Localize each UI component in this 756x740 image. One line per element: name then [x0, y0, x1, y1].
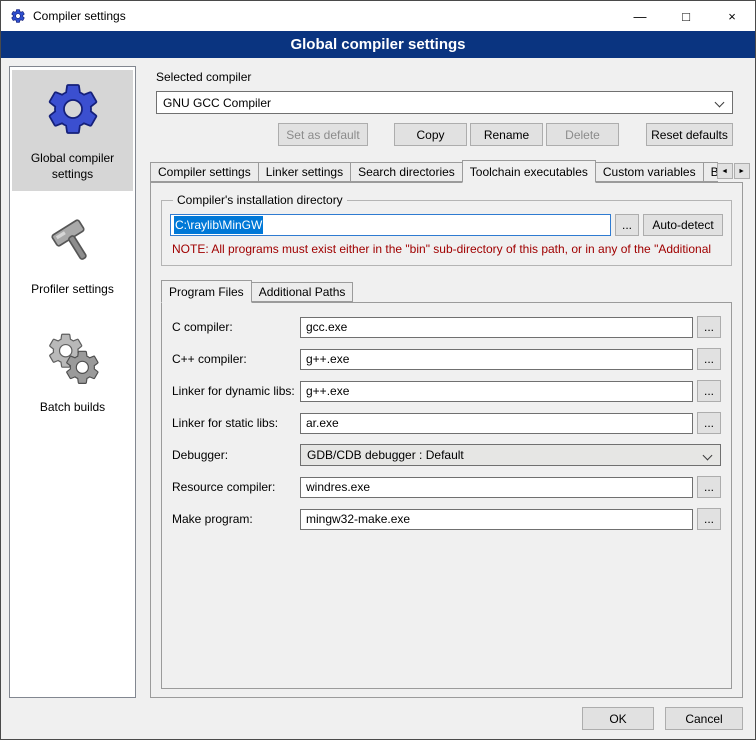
cancel-button[interactable]: Cancel — [665, 707, 743, 730]
program-files-tabbar: Program Files Additional Paths — [161, 280, 734, 302]
sidebar: Global compiler settings Profiler settin… — [9, 66, 136, 698]
dialog-header: Global compiler settings — [1, 31, 755, 58]
tab-search-directories[interactable]: Search directories — [350, 162, 463, 182]
make-program-value: mingw32-make.exe — [306, 512, 410, 526]
make-program-label: Make program: — [172, 512, 300, 526]
installation-directory-browse-button[interactable]: ... — [615, 214, 639, 236]
dynamic-linker-browse-button[interactable]: ... — [697, 380, 721, 402]
chevron-down-icon — [715, 98, 725, 108]
gear-blue-icon — [43, 79, 103, 142]
installation-directory-input[interactable]: C:\raylib\MinGW — [170, 214, 611, 236]
sidebar-item-label: Batch builds — [40, 400, 105, 416]
compiler-select-value: GNU GCC Compiler — [163, 96, 271, 110]
tab-build-options-truncated[interactable]: Buil — [703, 162, 718, 182]
resource-compiler-input[interactable]: windres.exe — [300, 477, 693, 498]
installation-directory-value: C:\raylib\MinGW — [174, 216, 263, 234]
static-linker-browse-button[interactable]: ... — [697, 412, 721, 434]
auto-detect-button[interactable]: Auto-detect — [643, 214, 723, 236]
settings-tabbar: Compiler settings Linker settings Search… — [150, 160, 743, 182]
sidebar-item-profiler-settings[interactable]: Profiler settings — [12, 203, 133, 307]
profiler-tool-icon — [44, 212, 102, 273]
resource-compiler-browse-button[interactable]: ... — [697, 476, 721, 498]
c-compiler-value: gcc.exe — [306, 320, 347, 334]
program-files-panel: C compiler: gcc.exe ... C++ compiler: g+… — [161, 302, 732, 689]
ok-button[interactable]: OK — [582, 707, 654, 730]
installation-directory-groupbox: Compiler's installation directory C:\ray… — [161, 193, 732, 266]
resource-compiler-label: Resource compiler: — [172, 480, 300, 494]
field-row-c-compiler: C compiler: gcc.exe ... — [172, 316, 721, 338]
dynamic-linker-input[interactable]: g++.exe — [300, 381, 693, 402]
sidebar-item-label: Global compiler settings — [14, 151, 131, 182]
gears-gray-icon — [43, 328, 103, 391]
field-row-make-program: Make program: mingw32-make.exe ... — [172, 508, 721, 530]
cpp-compiler-value: g++.exe — [306, 352, 349, 366]
close-button[interactable]: × — [709, 1, 755, 31]
tab-scroll-controls: ◄ ► — [717, 163, 750, 179]
sidebar-item-label: Profiler settings — [31, 282, 114, 298]
copy-button[interactable]: Copy — [394, 123, 467, 146]
field-row-debugger: Debugger: GDB/CDB debugger : Default — [172, 444, 721, 466]
resource-compiler-value: windres.exe — [306, 480, 370, 494]
field-row-static-linker: Linker for static libs: ar.exe ... — [172, 412, 721, 434]
toolchain-executables-panel: Compiler's installation directory C:\ray… — [150, 182, 743, 698]
window-title: Compiler settings — [33, 9, 126, 23]
dynamic-linker-value: g++.exe — [306, 384, 349, 398]
tab-scroll-right-icon[interactable]: ► — [734, 163, 750, 179]
tab-linker-settings[interactable]: Linker settings — [258, 162, 351, 182]
selected-compiler-label: Selected compiler — [156, 70, 747, 84]
make-program-input[interactable]: mingw32-make.exe — [300, 509, 693, 530]
installation-directory-label: Compiler's installation directory — [173, 193, 347, 207]
c-compiler-label: C compiler: — [172, 320, 300, 334]
c-compiler-input[interactable]: gcc.exe — [300, 317, 693, 338]
field-row-dynamic-linker: Linker for dynamic libs: g++.exe ... — [172, 380, 721, 402]
cpp-compiler-label: C++ compiler: — [172, 352, 300, 366]
sidebar-item-global-compiler-settings[interactable]: Global compiler settings — [12, 70, 133, 191]
tab-program-files[interactable]: Program Files — [161, 280, 252, 303]
static-linker-value: ar.exe — [306, 416, 339, 430]
dialog-body: Global compiler settings Profiler settin… — [1, 58, 755, 702]
compiler-settings-window: Compiler settings — □ × Global compiler … — [0, 0, 756, 740]
set-as-default-button[interactable]: Set as default — [278, 123, 368, 146]
installation-directory-row: C:\raylib\MinGW ... Auto-detect — [170, 214, 723, 236]
reset-defaults-button[interactable]: Reset defaults — [646, 123, 733, 146]
app-icon — [10, 8, 26, 24]
titlebar: Compiler settings — □ × — [1, 1, 755, 31]
delete-button[interactable]: Delete — [546, 123, 619, 146]
tab-scroll-left-icon[interactable]: ◄ — [717, 163, 733, 179]
field-row-cpp-compiler: C++ compiler: g++.exe ... — [172, 348, 721, 370]
maximize-button[interactable]: □ — [663, 1, 709, 31]
cpp-compiler-input[interactable]: g++.exe — [300, 349, 693, 370]
minimize-button[interactable]: — — [617, 1, 663, 31]
tab-compiler-settings[interactable]: Compiler settings — [150, 162, 259, 182]
dialog-footer: OK Cancel — [1, 702, 755, 739]
debugger-value: GDB/CDB debugger : Default — [307, 448, 464, 462]
dynamic-linker-label: Linker for dynamic libs: — [172, 384, 300, 398]
tab-additional-paths[interactable]: Additional Paths — [251, 282, 354, 302]
chevron-down-icon — [703, 451, 713, 461]
tab-toolchain-executables[interactable]: Toolchain executables — [462, 160, 596, 183]
debugger-select[interactable]: GDB/CDB debugger : Default — [300, 444, 721, 466]
make-program-browse-button[interactable]: ... — [697, 508, 721, 530]
static-linker-label: Linker for static libs: — [172, 416, 300, 430]
debugger-label: Debugger: — [172, 448, 300, 462]
c-compiler-browse-button[interactable]: ... — [697, 316, 721, 338]
bin-subdirectory-note: NOTE: All programs must exist either in … — [172, 242, 723, 256]
cpp-compiler-browse-button[interactable]: ... — [697, 348, 721, 370]
field-row-resource-compiler: Resource compiler: windres.exe ... — [172, 476, 721, 498]
main-content: Selected compiler GNU GCC Compiler Set a… — [146, 66, 747, 698]
compiler-actions: Set as default Copy Rename Delete Reset … — [156, 123, 733, 146]
window-controls: — □ × — [617, 1, 755, 31]
compiler-select[interactable]: GNU GCC Compiler — [156, 91, 733, 114]
tab-custom-variables[interactable]: Custom variables — [595, 162, 704, 182]
dialog-header-title: Global compiler settings — [290, 36, 465, 53]
sidebar-item-batch-builds[interactable]: Batch builds — [12, 319, 133, 425]
static-linker-input[interactable]: ar.exe — [300, 413, 693, 434]
rename-button[interactable]: Rename — [470, 123, 543, 146]
